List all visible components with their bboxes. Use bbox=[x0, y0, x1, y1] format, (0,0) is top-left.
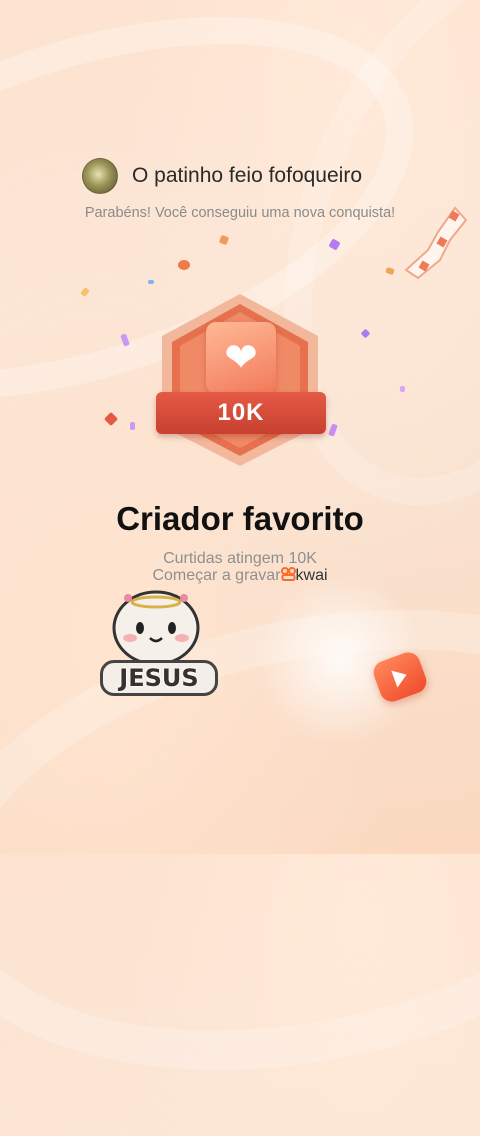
heart-icon: ❤ bbox=[206, 322, 276, 394]
confetti bbox=[400, 386, 405, 392]
achievement-description: Curtidas atingem 10K Começar a gravar kw… bbox=[0, 550, 480, 584]
achievement-line1: Curtidas atingem 10K bbox=[163, 550, 317, 567]
username: O patinho feio fofoqueiro bbox=[132, 164, 362, 187]
duck-avatar-icon bbox=[82, 158, 118, 194]
brand-name: kwai bbox=[295, 567, 328, 584]
sticker-label: JESUS bbox=[100, 660, 218, 696]
badge-ribbon: ✦ ✦ ✦ ✦ 10K bbox=[156, 392, 326, 529]
confetti bbox=[103, 411, 119, 427]
record-text: Começar a gravar bbox=[152, 567, 281, 584]
play-icon bbox=[391, 666, 410, 688]
smiling-face-icon bbox=[112, 590, 200, 666]
confetti bbox=[130, 422, 135, 430]
record-link[interactable]: Começar a gravar kwai bbox=[0, 567, 480, 584]
confetti bbox=[178, 260, 190, 270]
achievement-title: Criador favorito bbox=[116, 500, 364, 537]
confetti bbox=[148, 280, 154, 284]
user-header: O patinho feio fofoqueiro bbox=[82, 158, 362, 194]
jesus-sticker: JESUS bbox=[100, 588, 218, 700]
kwai-logo-icon bbox=[280, 567, 296, 581]
badge-label: 10K bbox=[217, 399, 265, 426]
congrats-subtitle: Parabéns! Você conseguiu uma nova conqui… bbox=[84, 205, 396, 221]
